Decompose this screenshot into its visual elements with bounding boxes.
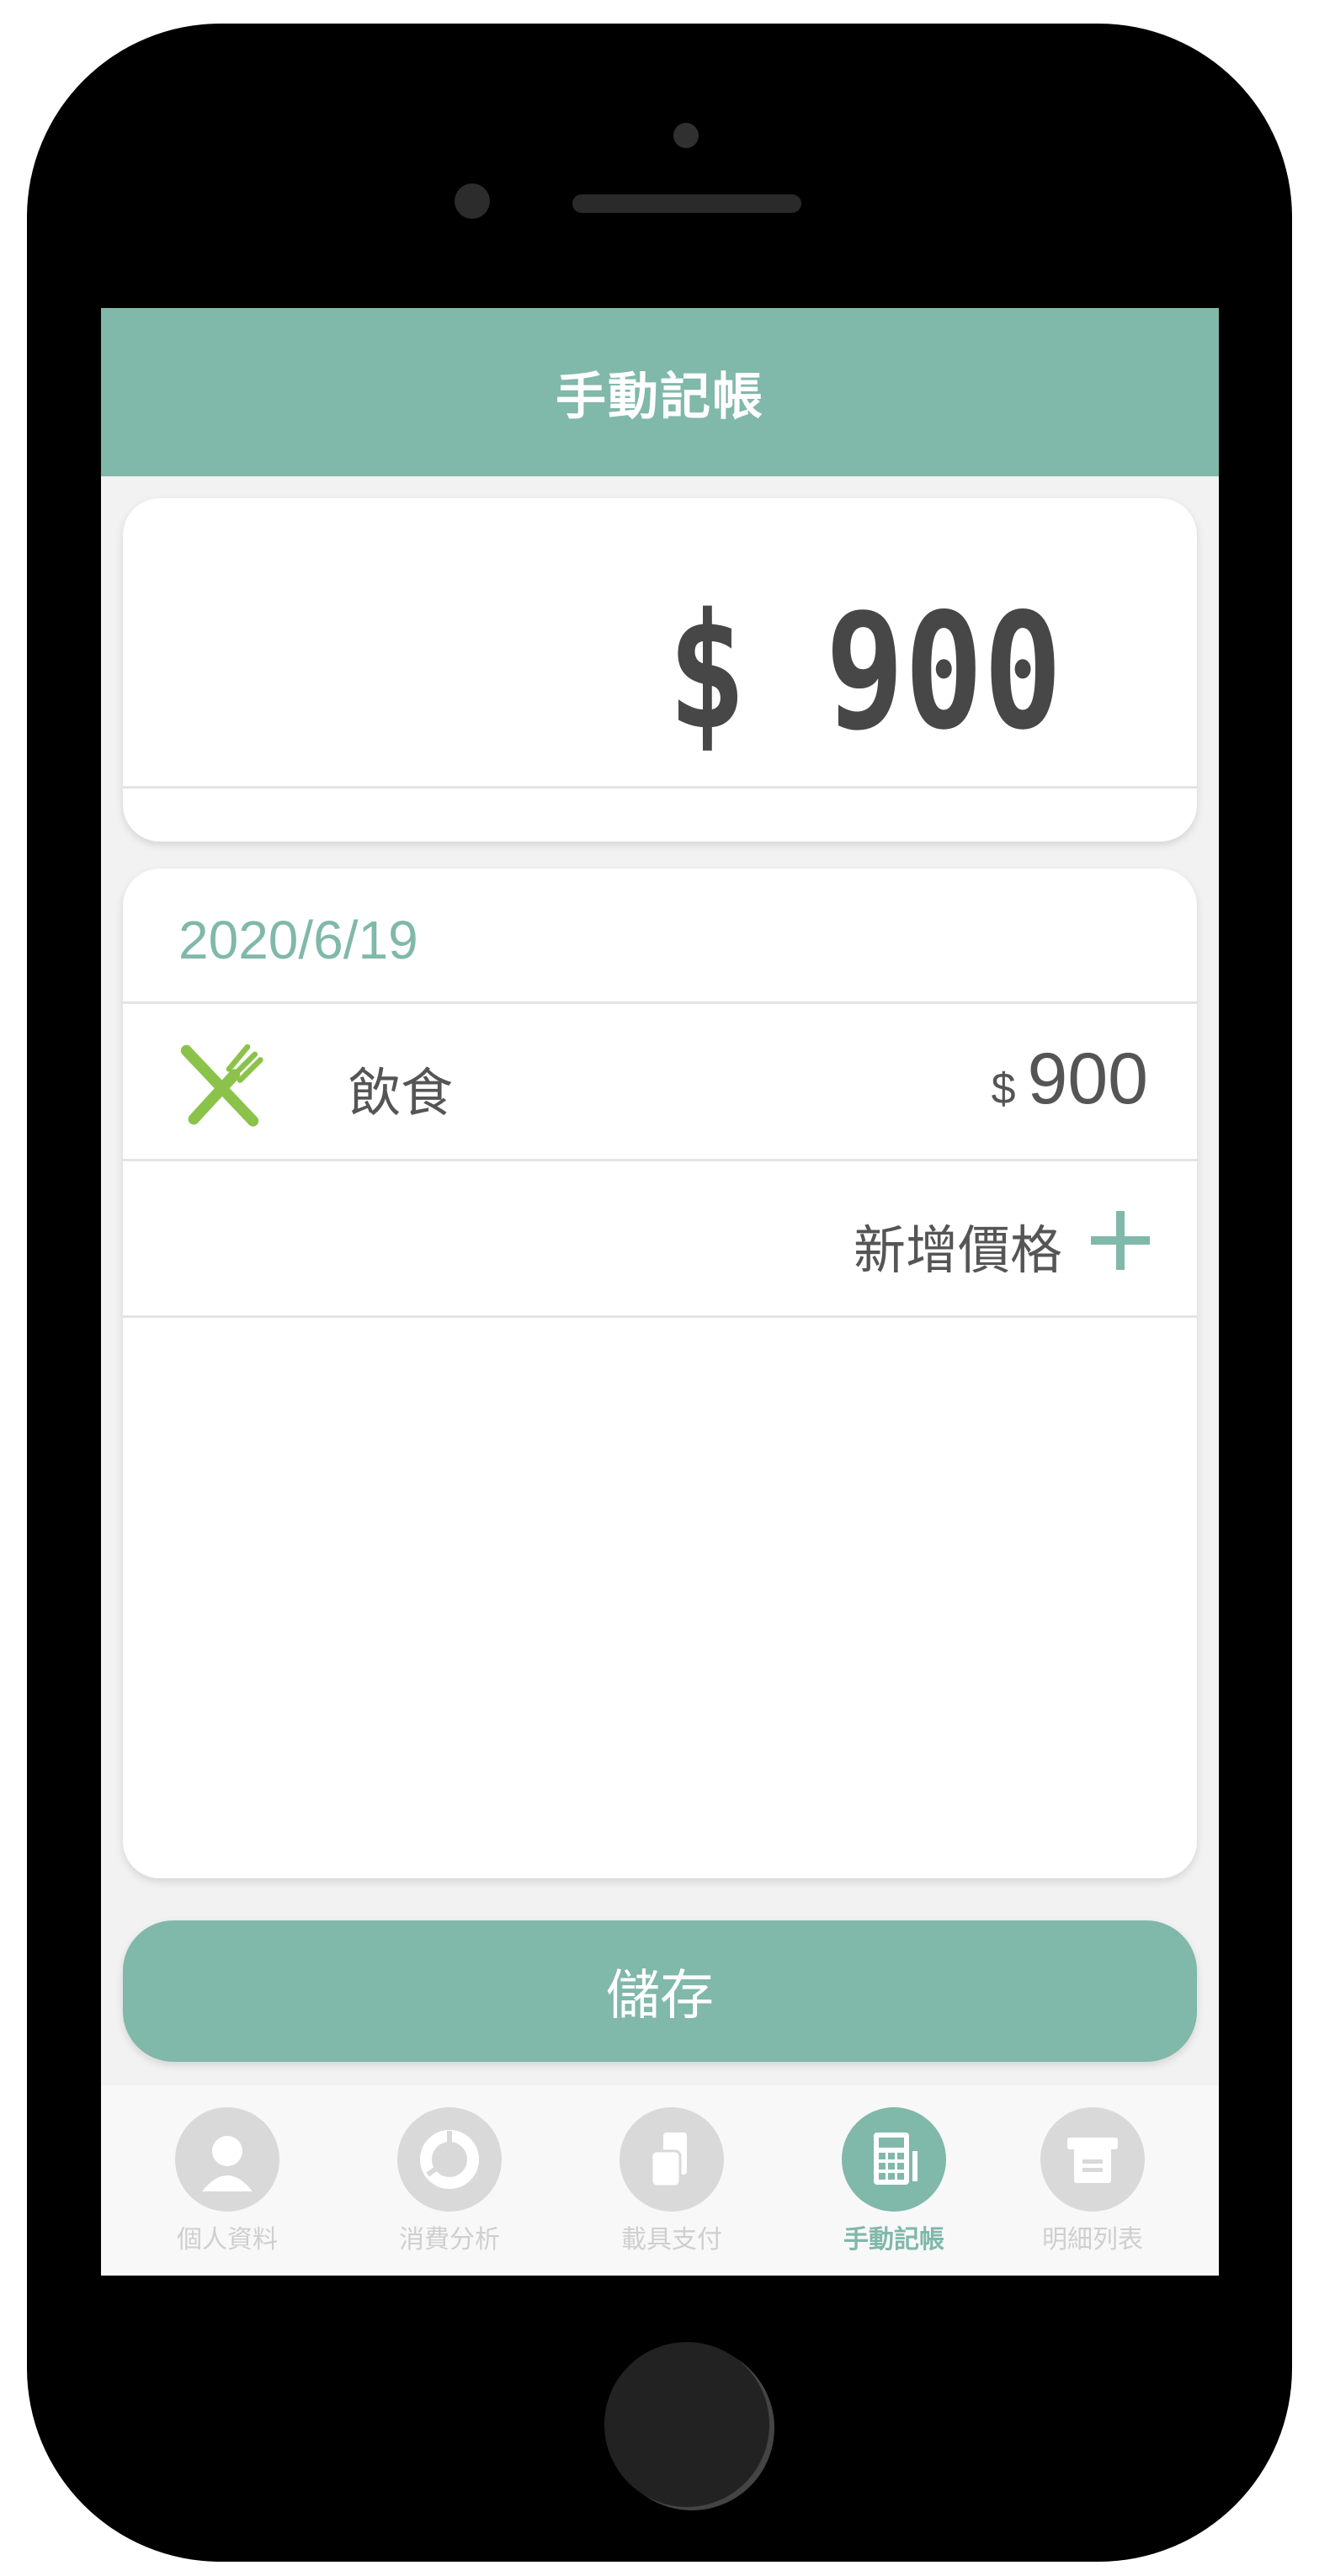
save-button[interactable]: 儲存: [123, 1920, 1197, 2062]
card-payment-icon: [650, 2133, 687, 2188]
entry-date[interactable]: 2020/6/19: [178, 909, 418, 971]
header-bar: 手動記帳: [101, 308, 1219, 476]
front-camera: [673, 123, 699, 148]
tab-label: 消費分析: [399, 2225, 500, 2255]
tab-profile[interactable]: 個人資料: [143, 2107, 311, 2255]
add-price-row[interactable]: 新增價格: [123, 1159, 1197, 1315]
price-value: 900: [1027, 1038, 1149, 1119]
category-label: 飲食: [348, 1062, 454, 1123]
tab-label: 載具支付: [621, 2225, 722, 2255]
tab-detail-list[interactable]: 明細列表: [1008, 2107, 1177, 2255]
add-price-label: 新增價格: [853, 1219, 1062, 1281]
receipt-icon: [1067, 2138, 1118, 2183]
page-title: 手動記帳: [556, 367, 764, 427]
total-amount-card: $ 900: [123, 498, 1197, 842]
tab-manual-entry[interactable]: 手動記帳: [810, 2107, 978, 2255]
divider: [123, 1315, 1197, 1318]
tab-carrier-payment[interactable]: 載具支付: [588, 2107, 756, 2255]
fork-knife-icon: [180, 1044, 263, 1127]
proximity-sensor: [455, 183, 490, 219]
plus-icon[interactable]: [1091, 1211, 1150, 1270]
total-amount: $ 900: [667, 579, 1062, 765]
calculator-icon: [874, 2133, 917, 2185]
pie-chart-icon: [420, 2130, 479, 2189]
divider: [123, 786, 1197, 789]
item-price: $900: [992, 1038, 1148, 1121]
tab-label: 手動記帳: [843, 2225, 944, 2255]
tab-label: 個人資料: [177, 2225, 278, 2255]
entry-card: 2020/6/19 飲食 $900 新增價格: [123, 868, 1197, 1878]
home-button[interactable]: [604, 2342, 769, 2507]
currency-symbol: $: [991, 1065, 1016, 1113]
bottom-tab-bar: 個人資料 消費分析 載具支付 手動記帳 明細列表: [101, 2085, 1219, 2276]
list-item[interactable]: 飲食 $900: [123, 1004, 1197, 1159]
app-screen: 手動記帳 $ 900 2020/6/19 飲食 $900 新增價格 儲存 個人資…: [101, 308, 1219, 2276]
tab-label: 明細列表: [1042, 2225, 1143, 2255]
tab-analysis[interactable]: 消費分析: [365, 2107, 534, 2255]
person-icon: [202, 2136, 253, 2191]
earpiece-speaker: [572, 194, 801, 213]
